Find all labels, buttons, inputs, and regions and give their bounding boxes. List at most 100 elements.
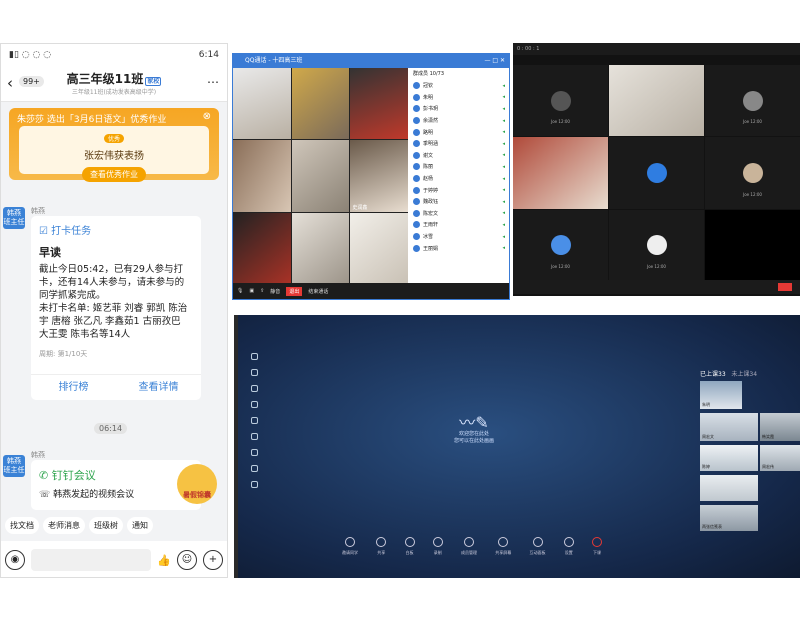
whiteboard-placeholder: 〰✎ 欢迎您在此处 您可以在此处画画 [424, 415, 524, 445]
close-icon[interactable]: ⊗ [203, 111, 211, 122]
add-icon[interactable]: + [203, 550, 223, 570]
redo-icon[interactable] [250, 465, 258, 472]
member-row[interactable]: 朱明 ◂ [413, 92, 505, 104]
student-thumb[interactable]: 韩笑霞 [760, 413, 800, 441]
clear-icon[interactable] [250, 481, 258, 488]
video-tile[interactable]: Joe 12:00 [609, 209, 704, 281]
class-tool-button[interactable]: 设置 [563, 537, 574, 567]
video-tile[interactable] [233, 140, 291, 212]
class-tool-button[interactable]: 下课 [592, 537, 602, 567]
avatar[interactable]: 韩燕 班主任 [3, 455, 25, 477]
student-thumb[interactable]: 朱明 [700, 381, 742, 409]
class-tool-button[interactable]: 互动面板 [530, 537, 546, 567]
video-tile[interactable]: Joe 12:00 [513, 209, 608, 281]
find-docs-button[interactable]: 找文档 [5, 516, 39, 534]
class-tool-button[interactable]: 邀请同学 [342, 537, 358, 567]
member-row[interactable]: 冰雪 ◂ [413, 231, 505, 243]
voice-icon[interactable]: ◉ [5, 550, 25, 570]
excellent-homework-banner[interactable]: 朱莎莎 选出「3月6日语文」优秀作业 ⊗ 优秀 张宏伟获表扬 查看优秀作业 [9, 108, 219, 182]
class-tool-button[interactable]: 共享 [376, 537, 387, 567]
message-time: 06:14 [94, 423, 128, 434]
end-call-button[interactable]: 结束通话 [308, 288, 328, 295]
notice-button[interactable]: 通知 [127, 516, 153, 534]
member-row[interactable]: 王丽娟 ◂ [413, 242, 505, 254]
hint-line: 欢迎您在此处 [458, 431, 489, 437]
student-thumb[interactable]: 周宏伟 [760, 445, 800, 471]
view-homework-button[interactable]: 查看优秀作业 [82, 167, 146, 182]
member-row[interactable]: 王雨轩 ◂ [413, 219, 505, 231]
member-name: 冠钦 [423, 83, 434, 90]
member-name: 季明涵 [423, 141, 439, 148]
text-icon[interactable] [250, 417, 258, 424]
member-row[interactable]: 彭书玥 ◂ [413, 103, 505, 115]
mic-icon[interactable]: 🎙 [237, 288, 243, 294]
ranking-button[interactable]: 排行榜 [31, 375, 116, 400]
summer-kit-badge[interactable]: 暑假锦囊 [177, 464, 217, 504]
like-icon[interactable]: 👍 [157, 554, 171, 567]
video-tile[interactable] [291, 140, 350, 212]
video-tile[interactable] [233, 68, 291, 140]
window-controls[interactable]: — □ ✕ [484, 54, 505, 68]
student-thumb[interactable] [700, 475, 758, 501]
meeting-toolbar [513, 280, 800, 294]
member-row[interactable]: 于婷婷 ◂ [413, 184, 505, 196]
video-tile[interactable] [350, 212, 408, 284]
teacher-messages-button[interactable]: 老师消息 [43, 516, 85, 534]
tool-label: 共享屏幕 [495, 550, 512, 555]
camera-icon[interactable]: ▣ [249, 288, 254, 294]
video-tile[interactable] [705, 209, 800, 281]
video-tile[interactable] [513, 137, 608, 209]
member-row[interactable]: 余潇然 ◂ [413, 115, 505, 127]
student-thumb[interactable]: 陈婷 [700, 445, 758, 471]
video-tile[interactable] [291, 212, 350, 284]
video-tile[interactable] [291, 68, 350, 140]
member-row[interactable]: 魏政钰 ◂ [413, 196, 505, 208]
qq-title-bar: QQ通话 - 十四高三班 — □ ✕ [233, 54, 509, 68]
more-icon[interactable]: ⋯ [207, 75, 219, 89]
meeting-card[interactable]: ✆ 钉钉会议 ☏ 韩燕发起的视频会议 [31, 460, 201, 510]
class-tree-button[interactable]: 班级树 [89, 516, 123, 534]
mute-all-button[interactable]: 静音 [270, 288, 280, 295]
avatar[interactable]: 韩燕 班主任 [3, 207, 25, 229]
eraser-icon[interactable] [250, 433, 258, 440]
avatar [413, 151, 420, 159]
video-tile[interactable] [609, 65, 704, 137]
video-tile[interactable] [609, 137, 704, 209]
member-row[interactable]: 冠钦 ◂ [413, 80, 505, 92]
video-tile[interactable]: Joe 12:00 [705, 65, 800, 137]
member-row[interactable]: 季明涵 ◂ [413, 138, 505, 150]
avatar [413, 93, 420, 101]
class-tool-button[interactable]: 成员管理 [461, 537, 477, 567]
class-tool-button[interactable]: 录制 [432, 537, 443, 567]
video-tile[interactable] [350, 68, 408, 140]
share-icon[interactable]: ⇪ [260, 288, 264, 294]
member-row[interactable]: 赵杨 ◂ [413, 173, 505, 185]
leave-button[interactable] [778, 283, 792, 291]
student-thumb[interactable]: 两张信笺表 [700, 505, 758, 531]
message-input[interactable] [31, 549, 152, 571]
pen-icon[interactable] [250, 369, 258, 376]
shape-icon[interactable] [250, 401, 258, 408]
member-row[interactable]: 陈丽 ◂ [413, 161, 505, 173]
member-row[interactable]: 陈宏文 ◂ [413, 208, 505, 220]
member-row[interactable]: 谢文 ◂ [413, 150, 505, 162]
audio-signal-icon: ◂ [502, 198, 505, 205]
checkin-card[interactable]: ☑ 打卡任务 早读 截止今日05:42，已有29人参与打卡，还有14人未参与，请… [31, 216, 201, 400]
emoji-icon[interactable]: ☺ [177, 550, 197, 570]
member-row[interactable]: 路明 ◂ [413, 126, 505, 138]
video-tile[interactable]: Joe 12:00 [705, 137, 800, 209]
member-name: 谢文 [423, 152, 434, 159]
view-detail-button[interactable]: 查看详情 [116, 375, 201, 400]
video-tile[interactable] [233, 212, 291, 284]
tool-label: 成员管理 [461, 550, 477, 555]
tool-label: 下课 [593, 550, 601, 555]
video-tile[interactable]: Joe 12:00 [513, 65, 608, 137]
cursor-icon[interactable] [250, 353, 258, 360]
exit-button[interactable]: 退出 [286, 286, 303, 296]
video-tile[interactable]: 史润鑫 [350, 140, 408, 212]
student-thumb[interactable]: 周宏文 [700, 413, 758, 441]
class-tool-button[interactable]: 白板 [404, 537, 415, 567]
highlighter-icon[interactable] [250, 385, 258, 392]
class-tool-button[interactable]: 共享屏幕 [495, 537, 511, 567]
undo-icon[interactable] [250, 449, 258, 456]
